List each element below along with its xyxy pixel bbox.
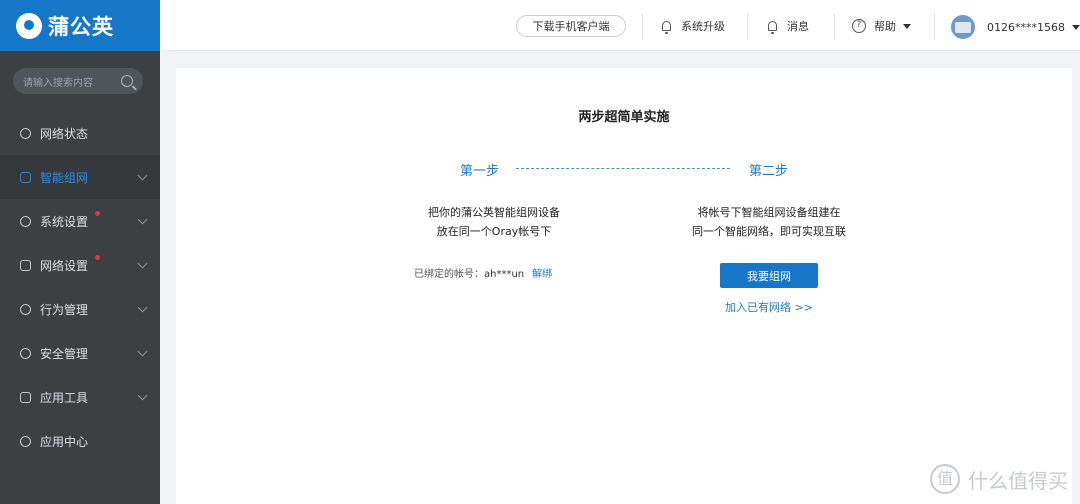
notification-dot xyxy=(95,211,100,216)
step-one-description: 把你的蒲公英智能组网设备 放在同一个Oray帐号下 xyxy=(374,203,614,241)
sidebar-item-behavior-management[interactable]: 行为管理 xyxy=(0,287,160,331)
chevron-down-icon xyxy=(137,346,148,357)
sidebar-item-label: 应用工具 xyxy=(40,390,89,405)
sidebar-item-label: 行为管理 xyxy=(40,302,89,317)
search-placeholder: 请输入搜索内容 xyxy=(23,77,93,89)
download-mobile-client-button[interactable]: 下载手机客户端 xyxy=(516,15,626,37)
smart-network-card: 两步超简单实施 第一步 第二步 把你的蒲公英智能组网设备 放在同一个Oray帐号… xyxy=(176,68,1072,504)
top-bar: 下载手机客户端 系统升级 消息 ? 帮助 0126****1568 xyxy=(160,0,1080,51)
step-one-line-1: 把你的蒲公英智能组网设备 xyxy=(428,206,560,219)
sidebar-item-system-settings[interactable]: 系统设置 xyxy=(0,199,160,243)
divider xyxy=(747,13,748,40)
search-input[interactable]: 请输入搜索内容 xyxy=(13,68,143,94)
sidebar-item-label: 网络状态 xyxy=(40,126,89,141)
chevron-down-icon xyxy=(137,214,148,225)
avatar xyxy=(951,15,975,39)
network-status-icon xyxy=(20,127,31,139)
chevron-down-icon xyxy=(137,302,148,313)
account-menu[interactable]: 0126****1568 xyxy=(951,15,1080,39)
unbind-link[interactable]: 解绑 xyxy=(532,269,552,280)
sidebar-item-app-tools[interactable]: 应用工具 xyxy=(0,375,160,419)
sidebar-item-network-status[interactable]: 网络状态 xyxy=(0,111,160,155)
sidebar-item-label: 应用中心 xyxy=(40,434,89,449)
help-label: 帮助 xyxy=(874,20,896,33)
gear-icon xyxy=(20,215,31,227)
sidebar-item-security-management[interactable]: 安全管理 xyxy=(0,331,160,375)
upgrade-bell-icon xyxy=(662,21,671,34)
step-one-title: 第一步 xyxy=(460,164,500,179)
account-name: 0126****1568 xyxy=(987,20,1065,34)
cube-icon xyxy=(20,435,31,447)
bound-account-value: ah***un xyxy=(484,269,525,280)
sidebar-item-label: 系统设置 xyxy=(40,214,89,229)
sidebar-item-smart-network[interactable]: 智能组网 xyxy=(0,155,160,199)
notification-dot xyxy=(95,255,100,260)
sidebar-item-label: 网络设置 xyxy=(40,258,89,273)
messages-button[interactable]: 消息 xyxy=(768,17,809,35)
step-two-description: 将帐号下智能组网设备组建在 同一个智能网络，即可实现互联 xyxy=(649,203,889,241)
sidebar-item-label: 安全管理 xyxy=(40,346,89,361)
caret-down-icon xyxy=(903,23,911,29)
step-one-line-2: 放在同一个Oray帐号下 xyxy=(436,225,552,238)
bound-account-label: 已绑定的帐号： xyxy=(414,269,484,280)
behavior-icon xyxy=(20,303,31,315)
chevron-down-icon xyxy=(137,390,148,401)
sidebar: 请输入搜索内容 网络状态 智能组网 系统设置 网络设置 行为管理 安全管理 应用… xyxy=(0,51,160,504)
help-icon: ? xyxy=(852,19,866,33)
sidebar-item-network-settings[interactable]: 网络设置 xyxy=(0,243,160,287)
messages-label: 消息 xyxy=(787,20,809,33)
dandelion-logo-icon xyxy=(16,12,42,39)
step-two-line-1: 将帐号下智能组网设备组建在 xyxy=(697,206,841,219)
search-icon[interactable] xyxy=(121,75,133,87)
toolbox-icon xyxy=(20,391,31,403)
sidebar-item-app-center[interactable]: 应用中心 xyxy=(0,419,160,463)
system-upgrade-label: 系统升级 xyxy=(681,20,725,33)
create-network-button[interactable]: 我要组网 xyxy=(720,263,818,288)
bound-account-row: 已绑定的帐号：ah***un 解绑 xyxy=(414,265,552,280)
watermark: 值 什么值得买 xyxy=(930,464,1068,494)
step-connector-line xyxy=(516,168,730,169)
divider xyxy=(642,13,643,40)
watermark-logo-icon: 值 xyxy=(930,464,960,494)
bell-icon xyxy=(768,21,777,34)
chevron-down-icon xyxy=(137,258,148,269)
sidebar-item-label: 智能组网 xyxy=(40,170,89,185)
help-button[interactable]: ? 帮助 xyxy=(852,17,911,35)
page-title: 两步超简单实施 xyxy=(578,110,670,125)
divider xyxy=(834,13,835,40)
step-two-title: 第二步 xyxy=(749,164,789,179)
brand-name: 蒲公英 xyxy=(48,14,114,39)
system-upgrade-button[interactable]: 系统升级 xyxy=(662,17,725,35)
divider xyxy=(934,13,935,40)
watermark-text: 什么值得买 xyxy=(968,468,1068,493)
join-existing-network-link[interactable]: 加入已有网络 >> xyxy=(696,299,842,315)
sidebar-menu: 网络状态 智能组网 系统设置 网络设置 行为管理 安全管理 应用工具 应用中心 xyxy=(0,111,160,463)
smart-network-icon xyxy=(20,171,31,183)
shield-icon xyxy=(20,347,31,359)
network-settings-icon xyxy=(20,259,31,271)
step-two-line-2: 同一个智能网络，即可实现互联 xyxy=(692,225,846,238)
caret-down-icon xyxy=(1072,24,1080,30)
chevron-down-icon xyxy=(137,170,148,181)
brand-logo[interactable]: 蒲公英 xyxy=(0,0,160,51)
